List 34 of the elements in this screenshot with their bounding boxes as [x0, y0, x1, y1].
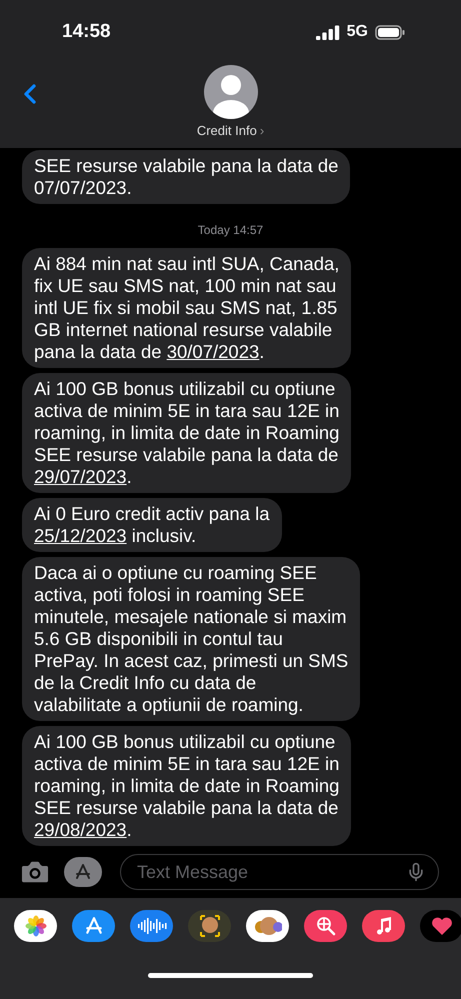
- message-bubble: Daca ai o optiune cu roaming SEE activa, poti folosi in roaming SEE minutele, mesajele nationale si maxim 5.6 GB disponibili in contul tau PrePay. In acest caz, primesti un SMS de la Credit Info cu data de valabilitate a optiunii de roaming.: [22, 557, 360, 721]
- memoji-button[interactable]: [188, 910, 231, 942]
- apps-button[interactable]: [64, 857, 102, 887]
- globe-search-icon: [314, 915, 336, 937]
- signal-icon: [316, 24, 340, 40]
- network-label: 5G: [346, 23, 368, 41]
- avatar-icon: [204, 65, 258, 119]
- message-bubble: Ai 100 GB bonus utilizabil cu optiune activa de minim 5E in tara sau 12E in roaming, in limita de date in Roaming SEE resurse valabile pana la data de 29/07/2023.: [22, 373, 352, 493]
- music-app-button[interactable]: [362, 910, 405, 942]
- waveform-icon: [136, 916, 166, 936]
- photos-app-button[interactable]: [14, 910, 57, 942]
- image-search-button[interactable]: [304, 910, 347, 942]
- date-link[interactable]: 25/12/2023: [34, 525, 127, 546]
- audio-message-button[interactable]: [130, 910, 173, 942]
- app-store-button[interactable]: [72, 910, 115, 942]
- app-store-icon: [74, 863, 92, 881]
- status-time: 14:58: [62, 21, 111, 43]
- battery-icon: [375, 24, 405, 40]
- message-bubble: Ai 0 Euro credit activ pana la 25/12/2023 inclusiv.: [22, 498, 282, 552]
- message-bubble: Ai 100 GB bonus utilizabil cu optiune activa de minim 5E in tara sau 12E in roaming, in limita de date in Roaming SEE resurse valabile pana la data de 29/08/2023.: [22, 726, 352, 846]
- message-field[interactable]: Text Message: [120, 854, 439, 890]
- contact-name[interactable]: Credit Info ›: [196, 123, 264, 138]
- timestamp: Today 14:57: [198, 223, 264, 237]
- date-link[interactable]: 29/08/2023: [34, 819, 127, 840]
- stickers-button[interactable]: [246, 910, 289, 942]
- date-link[interactable]: 29/07/2023: [34, 466, 127, 487]
- heart-icon: [430, 916, 452, 936]
- heart-app-button[interactable]: [420, 910, 461, 942]
- date-link[interactable]: 30/07/2023: [166, 341, 260, 362]
- message-input[interactable]: Text Message: [135, 860, 406, 884]
- flower-icon: [24, 915, 46, 937]
- app-store-icon: [84, 916, 104, 936]
- message-bubble: Ai 884 min nat sau intl SUA, Canada, fix UE sau SMS nat, 100 min nat sau intl UE fix si mobil sau SMS nat, 1.85 GB internet national resurse valabile pana la data de 30/07/2023.: [22, 248, 352, 368]
- message-bubble: SEE resurse valabile pana la data de 07/07/2023.: [22, 150, 350, 204]
